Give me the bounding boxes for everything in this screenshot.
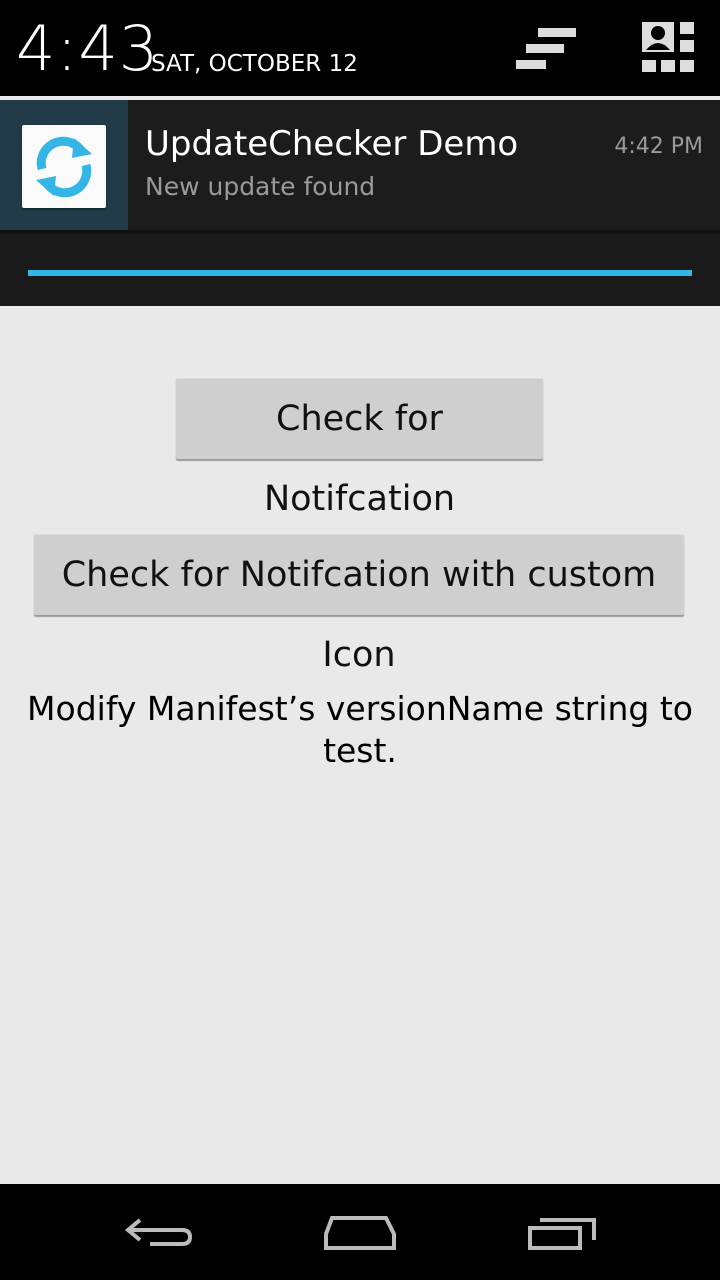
notification-progress-area [0, 230, 720, 306]
clock: 4:43 [16, 12, 160, 85]
home-icon[interactable] [310, 1204, 410, 1260]
check-notification-custom-icon-button[interactable]: Check for Notifcation with custom Icon [34, 534, 684, 675]
notification-shade-header: 4:43 SAT, OCTOBER 12 [0, 0, 720, 96]
info-text: Modify Manifest’s versionName string to … [27, 689, 693, 770]
notification-title: UpdateChecker Demo [145, 124, 519, 164]
progress-fill [28, 270, 692, 276]
sync-icon [22, 125, 106, 208]
notification-icon-area [0, 100, 128, 230]
update-notification[interactable]: UpdateChecker Demo New update found 4:42… [0, 100, 720, 230]
check-notification-button[interactable]: Check for Notifcation [176, 378, 543, 519]
download-progress-bar [28, 270, 692, 276]
recent-apps-icon[interactable] [512, 1204, 612, 1260]
profile-grid-icon[interactable] [640, 22, 696, 76]
navigation-bar [0, 1184, 720, 1280]
back-icon[interactable] [110, 1204, 210, 1260]
quick-settings-icon[interactable] [512, 24, 582, 76]
notification-text: New update found [145, 172, 376, 201]
date: SAT, OCTOBER 12 [151, 51, 358, 77]
notification-time: 4:42 PM [614, 134, 703, 159]
